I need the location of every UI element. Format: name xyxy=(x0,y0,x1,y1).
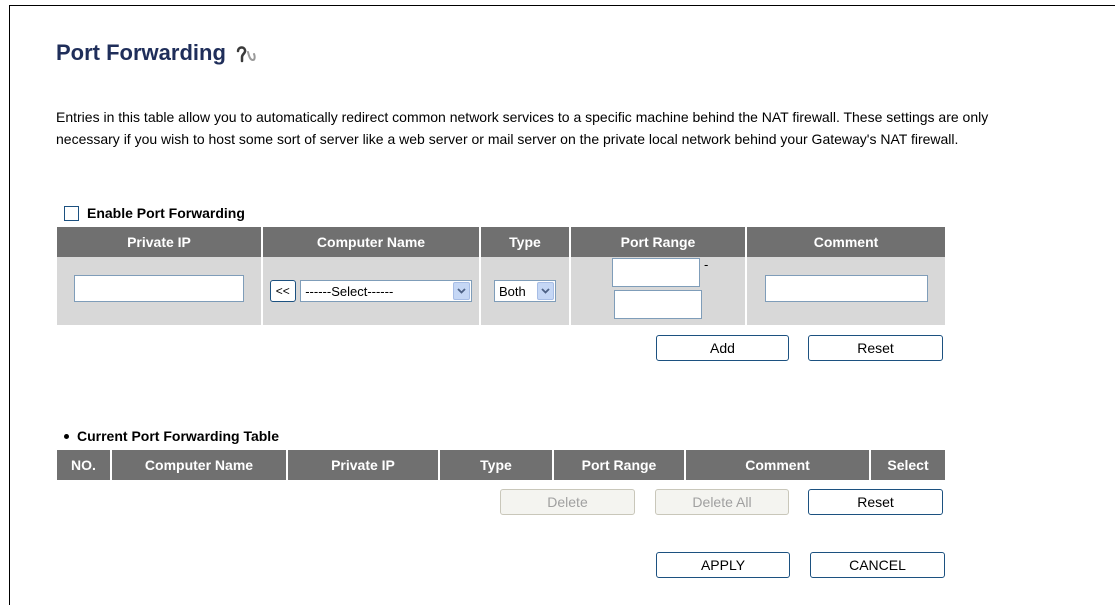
header-computer-name: Computer Name xyxy=(111,450,288,480)
current-port-forwarding-table: NO. Computer Name Private IP Type Port R… xyxy=(57,450,945,480)
delete-button[interactable]: Delete xyxy=(500,489,635,515)
private-ip-input[interactable] xyxy=(74,275,244,302)
header-no: NO. xyxy=(57,450,112,480)
port-from-input[interactable] xyxy=(611,258,700,287)
apply-button[interactable]: APPLY xyxy=(656,552,790,578)
header-private-ip: Private IP xyxy=(287,450,440,480)
header-computer-name: Computer Name xyxy=(262,227,481,257)
header-type: Type xyxy=(480,227,571,257)
port-range-separator: - xyxy=(704,257,709,272)
entry-reset-button[interactable]: Reset xyxy=(808,335,943,361)
copy-ip-button[interactable]: << xyxy=(269,280,296,302)
page-title: Port Forwarding xyxy=(56,40,226,65)
header-comment: Comment xyxy=(746,227,945,257)
cancel-button[interactable]: CANCEL xyxy=(810,552,945,578)
current-table-header-row: NO. Computer Name Private IP Type Port R… xyxy=(57,450,945,480)
chevron-down-icon xyxy=(453,282,471,300)
computer-name-cell: << ------Select------ xyxy=(262,257,481,325)
current-table-title: Current Port Forwarding Table xyxy=(77,428,279,444)
port-range-group: - xyxy=(608,257,709,319)
type-select[interactable]: Both xyxy=(494,280,556,302)
computer-name-select-value: ------Select------ xyxy=(305,283,394,299)
enable-port-forwarding-row[interactable]: Enable Port Forwarding xyxy=(64,205,245,221)
port-to-input[interactable] xyxy=(613,290,702,319)
enable-port-forwarding-checkbox[interactable] xyxy=(64,205,79,221)
entry-table-input-row: << ------Select------ Both - xyxy=(57,257,945,325)
bullet-icon xyxy=(64,433,69,439)
header-port-range: Port Range xyxy=(553,450,686,480)
header-type: Type xyxy=(439,450,554,480)
entry-table-header-row: Private IP Computer Name Type Port Range… xyxy=(57,227,945,257)
comment-input[interactable] xyxy=(764,275,928,302)
enable-port-forwarding-label: Enable Port Forwarding xyxy=(87,205,245,221)
header-select: Select xyxy=(870,450,945,480)
page-description: Entries in this table allow you to autom… xyxy=(56,109,989,147)
table-reset-button[interactable]: Reset xyxy=(808,489,943,515)
port-range-cell: - xyxy=(570,257,747,325)
type-cell: Both xyxy=(480,257,571,325)
add-button[interactable]: Add xyxy=(656,335,789,361)
page-title-row: Port Forwarding xyxy=(56,40,256,66)
type-select-value: Both xyxy=(499,283,526,299)
chevron-down-icon xyxy=(537,282,554,300)
header-comment: Comment xyxy=(685,450,871,480)
port-forwarding-entry-table: Private IP Computer Name Type Port Range… xyxy=(57,227,945,325)
delete-all-button[interactable]: Delete All xyxy=(655,489,789,515)
header-private-ip: Private IP xyxy=(57,227,263,257)
computer-name-select[interactable]: ------Select------ xyxy=(300,280,473,302)
help-icon[interactable] xyxy=(234,42,256,64)
current-table-title-row: Current Port Forwarding Table xyxy=(64,428,279,444)
header-port-range: Port Range xyxy=(570,227,747,257)
private-ip-cell xyxy=(57,257,263,325)
comment-cell xyxy=(746,257,945,325)
